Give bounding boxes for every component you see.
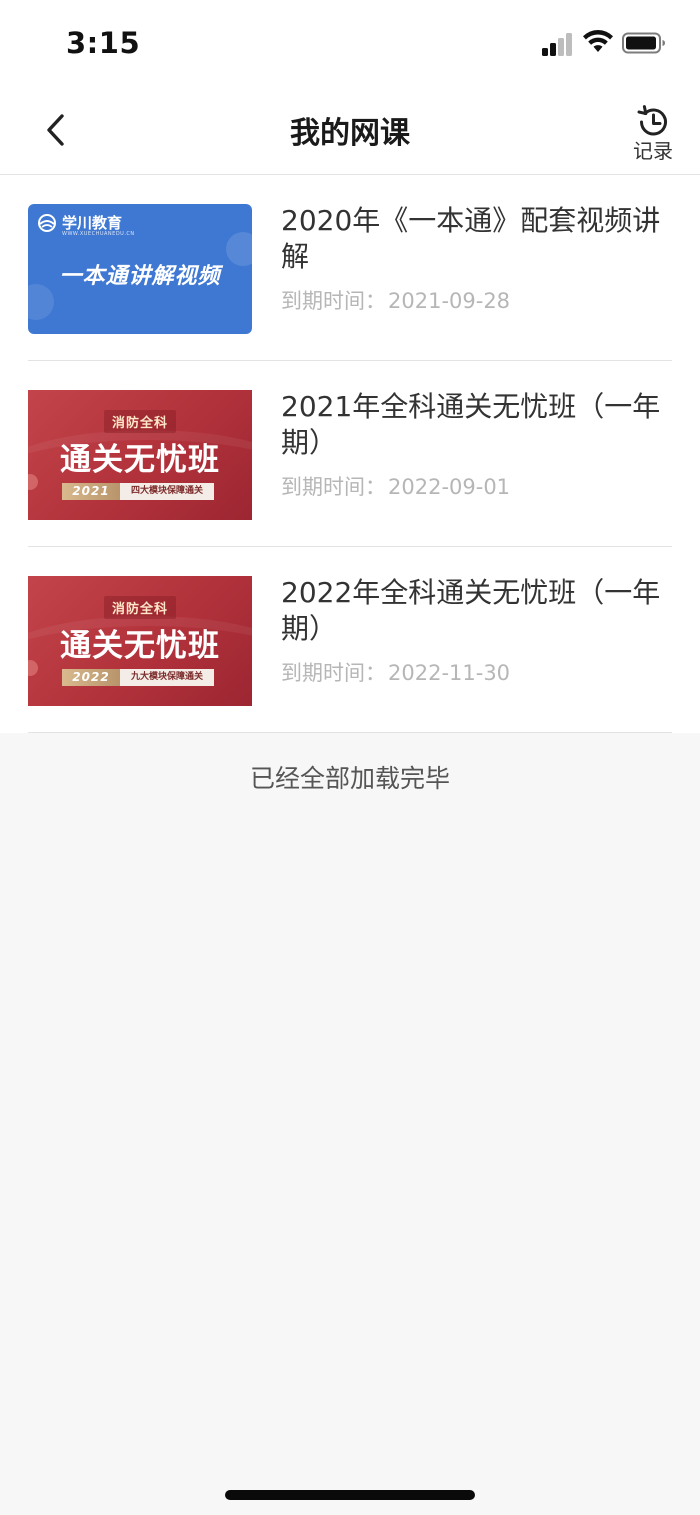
course-expiry: 到期时间：2021-09-28 [281, 285, 510, 315]
thumbnail-year: 2022 [62, 669, 120, 686]
navigation-bar: 我的网课 记录 [0, 90, 700, 175]
page-title: 我的网课 [290, 116, 410, 151]
course-list: 学川教育 WWW.XUECHUANEDU.CN 一本通讲解视频 2020年《一本… [0, 175, 700, 733]
thumbnail-band: 2021 四大模块保障通关 [62, 483, 214, 500]
record-label: 记录 [633, 139, 673, 163]
course-item[interactable]: 学川教育 WWW.XUECHUANEDU.CN 一本通讲解视频 2020年《一本… [0, 175, 700, 361]
battery-icon [622, 32, 665, 54]
thumbnail-background: 消防全科 通关无忧班 2021 四大模块保障通关 [28, 390, 252, 520]
course-title: 2020年《一本通》配套视频讲解 [281, 204, 661, 273]
home-indicator[interactable] [225, 1490, 475, 1500]
thumbnail-headline: 通关无忧班 [60, 442, 220, 478]
brand-logo-icon [38, 213, 56, 232]
thumbnail-band-text: 四大模块保障通关 [120, 483, 214, 500]
thumbnail-headline: 一本通讲解视频 [59, 264, 221, 289]
course-item[interactable]: 消防全科 通关无忧班 2021 四大模块保障通关 2021年全科通关无忧班（一年… [0, 361, 700, 547]
thumbnail-band-text: 九大模块保障通关 [120, 669, 214, 686]
expiry-label: 到期时间： [281, 289, 386, 313]
course-thumbnail: 学川教育 WWW.XUECHUANEDU.CN 一本通讲解视频 [28, 204, 252, 334]
history-clock-icon [637, 105, 667, 136]
course-thumbnail: 消防全科 通关无忧班 2021 四大模块保障通关 [28, 390, 252, 520]
thumbnail-year: 2021 [62, 483, 120, 500]
all-loaded-text: 已经全部加载完毕 [249, 764, 450, 793]
course-item[interactable]: 消防全科 通关无忧班 2022 九大模块保障通关 2022年全科通关无忧班（一年… [0, 547, 700, 733]
course-expiry: 到期时间：2022-11-30 [281, 657, 510, 687]
course-expiry: 到期时间：2022-09-01 [281, 471, 510, 501]
course-thumbnail: 消防全科 通关无忧班 2022 九大模块保障通关 [28, 576, 252, 706]
course-title: 2022年全科通关无忧班（一年期） [281, 576, 661, 645]
page: 3:15 我的网课 记录 学川教育 WWW.XUECHUANEDU.CN 一本通… [0, 0, 700, 1515]
thumbnail-band: 2022 九大模块保障通关 [62, 669, 214, 686]
thumbnail-tag: 消防全科 [28, 410, 252, 433]
thumbnail-headline: 通关无忧班 [60, 628, 220, 664]
expiry-date: 2022-09-01 [388, 475, 511, 499]
brand-name: 学川教育 [62, 214, 123, 232]
expiry-date: 2022-11-30 [388, 661, 511, 685]
record-button[interactable]: 记录 [624, 104, 682, 174]
expiry-label: 到期时间： [281, 475, 386, 499]
thumbnail-tag: 消防全科 [28, 596, 252, 619]
brand-url: WWW.XUECHUANEDU.CN [62, 231, 135, 237]
cellular-signal-icon [542, 32, 574, 56]
divider [28, 732, 672, 733]
thumbnail-background: 消防全科 通关无忧班 2022 九大模块保障通关 [28, 576, 252, 706]
course-title: 2021年全科通关无忧班（一年期） [281, 390, 661, 459]
thumbnail-background: 学川教育 WWW.XUECHUANEDU.CN 一本通讲解视频 [28, 204, 252, 334]
brand-logo: 学川教育 [36, 212, 122, 233]
status-time: 3:15 [66, 26, 141, 60]
status-bar: 3:15 [0, 0, 700, 90]
expiry-date: 2021-09-28 [388, 289, 511, 313]
wifi-icon [583, 29, 613, 52]
expiry-label: 到期时间： [281, 661, 386, 685]
